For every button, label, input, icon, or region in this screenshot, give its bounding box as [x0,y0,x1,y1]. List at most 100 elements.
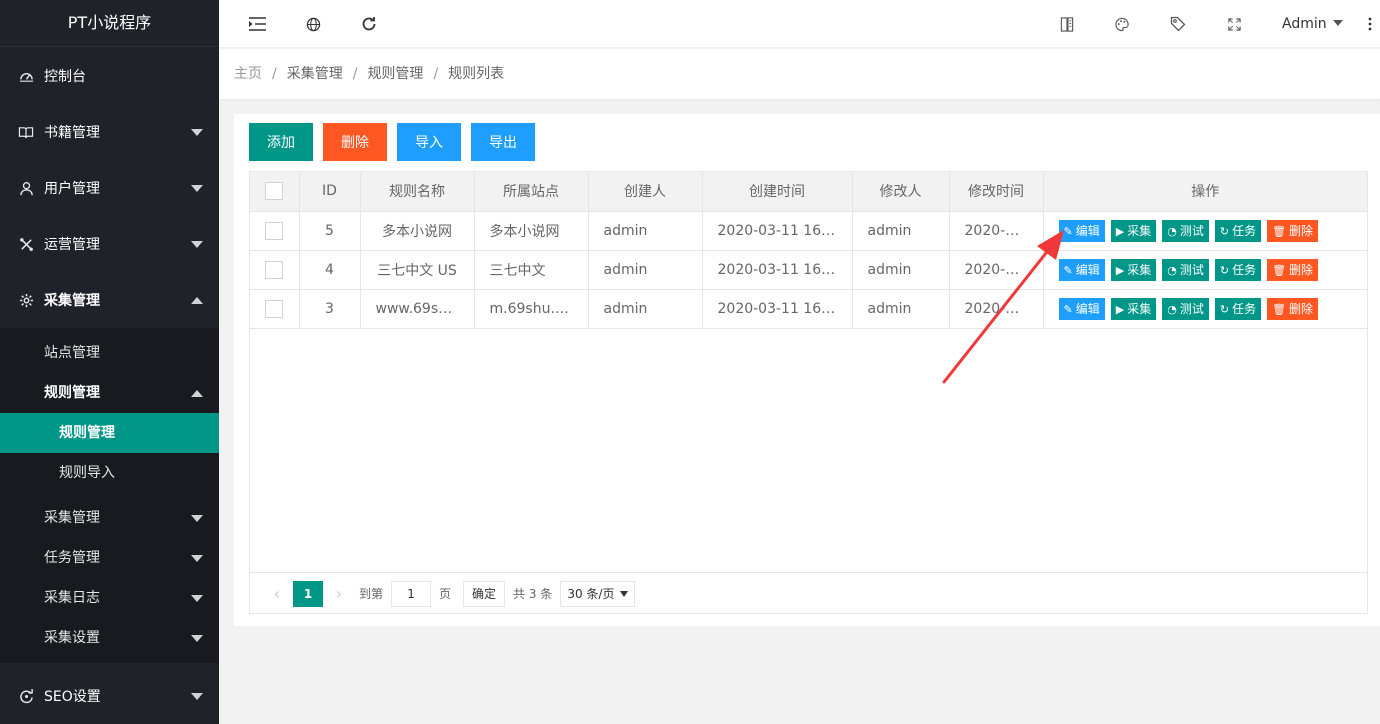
cycle-icon: ↻ [1219,224,1230,238]
column-header-site[interactable]: 所属站点 [474,172,589,212]
prev-page-icon[interactable]: ‹ [265,584,289,603]
row-select-cell[interactable] [250,211,300,251]
breadcrumb-level1[interactable]: 采集管理 [287,66,343,82]
cell-created: 2020-03-11 16:4… [702,211,853,251]
row-checkbox[interactable] [265,299,284,318]
next-page-icon[interactable]: › [327,584,351,603]
cell-creator: admin [588,289,703,329]
refresh-icon[interactable] [359,14,379,34]
sidebar-item-site-manage[interactable]: 站点管理 [0,333,219,373]
more-vertical-icon[interactable] [1360,14,1380,34]
cell-name: 多本小说网 [360,211,475,251]
caret-down-icon [1332,20,1343,26]
collect-submenu: 站点管理 规则管理 规则管理 规则导入 采集管理 任务管理 采集日志 采集设置 [0,328,219,663]
page-size-select[interactable]: 30 条/页 [560,580,636,607]
edit-button[interactable]: ✎ 编辑 [1058,297,1105,320]
sidebar-item-dashboard[interactable]: 控制台 [0,48,219,104]
row-checkbox[interactable] [265,221,284,240]
total-count: 共 3 条 [513,587,553,601]
dashboard-icon [18,68,34,84]
globe-icon[interactable] [303,14,323,34]
test-button[interactable]: ◔ 测试 [1162,258,1209,281]
sidebar-item-collect-settings[interactable]: 采集设置 [0,618,219,658]
column-header-created[interactable]: 创建时间 [702,172,853,212]
sidebar: PT小说程序 控制台 书籍管理 用户管理 运营管理 采集管理 站点管理 规则管理… [0,0,219,724]
collect-label: 采集 [1127,223,1152,238]
sidebar-item-seo[interactable]: SEO设置 [0,668,219,724]
menu-collapse-icon[interactable] [247,14,267,34]
column-header-id[interactable]: ID [299,172,361,212]
cell-id: 5 [299,211,361,251]
task-button[interactable]: ↻ 任务 [1214,219,1262,242]
tag-icon[interactable] [1168,14,1188,34]
sidebar-item-operations[interactable]: 运营管理 [0,216,219,272]
sidebar-item-books[interactable]: 书籍管理 [0,104,219,160]
test-button[interactable]: ◔ 测试 [1162,297,1209,320]
fullscreen-icon[interactable] [1224,14,1244,34]
import-button[interactable]: 导入 [397,123,461,161]
table-row: 3 www.69sh… m.69shu.org admin 2020-03-11… [250,289,1367,329]
row-delete-button[interactable]: 🗑 删除 [1267,219,1319,242]
sidebar-item-collect[interactable]: 采集管理 [0,272,219,328]
sidebar-item-rule-manage[interactable]: 规则管理 [0,373,219,413]
edit-button[interactable]: ✎ 编辑 [1058,219,1105,242]
row-checkbox[interactable] [265,260,284,279]
cell-ops: ✎ 编辑 ▶ 采集 ◔ 测试 ↻ 任务 🗑 删除 [1043,250,1367,290]
sidebar-item-collect-log[interactable]: 采集日志 [0,578,219,618]
add-button[interactable]: 添加 [249,123,313,161]
collect-button[interactable]: ▶ 采集 [1110,258,1157,281]
select-all-cell[interactable] [250,172,300,212]
select-all-checkbox[interactable] [265,182,284,201]
cell-modifier: admin [852,250,950,290]
page-confirm-button[interactable]: 确定 [463,580,506,607]
cell-modifier: admin [852,289,950,329]
trash-icon: 🗑 [1272,263,1287,277]
breadcrumb-home[interactable]: 主页 [234,66,262,82]
sidebar-item-rule-import[interactable]: 规则导入 [0,453,219,493]
column-header-creator[interactable]: 创建人 [588,172,703,212]
caret-down-icon [620,590,629,597]
row-delete-button[interactable]: 🗑 删除 [1267,258,1319,281]
user-menu[interactable]: Admin [1282,14,1343,34]
rules-table: ID 规则名称 所属站点 创建人 创建时间 修改人 修改时间 操作 5 多本小说… [249,171,1368,614]
sidebar-item-collect-manage[interactable]: 采集管理 [0,498,219,538]
cycle-icon: ↻ [1219,263,1230,277]
sidebar-item-rule-list[interactable]: 规则管理 [0,413,219,453]
export-button[interactable]: 导出 [471,123,535,161]
column-header-ops[interactable]: 操作 [1043,172,1367,212]
chevron-down-icon [191,515,203,522]
cell-modified: 2020-0… [949,250,1044,290]
sidebar-item-label: 用户管理 [44,181,100,197]
sidebar-item-users[interactable]: 用户管理 [0,160,219,216]
play-icon: ▶ [1115,263,1125,277]
notes-icon[interactable] [1057,14,1077,34]
row-delete-button[interactable]: 🗑 删除 [1267,297,1319,320]
palette-icon[interactable] [1112,14,1132,34]
cell-creator: admin [588,211,703,251]
row-select-cell[interactable] [250,250,300,290]
sidebar-item-label: 任务管理 [44,550,100,566]
collect-button[interactable]: ▶ 采集 [1110,297,1157,320]
collect-label: 采集 [1127,262,1152,277]
chevron-down-icon [191,595,203,602]
column-header-modified[interactable]: 修改时间 [949,172,1044,212]
task-button[interactable]: ↻ 任务 [1214,258,1262,281]
app-logo[interactable]: PT小说程序 [0,0,219,46]
sidebar-item-task-manage[interactable]: 任务管理 [0,538,219,578]
current-page[interactable]: 1 [293,580,323,607]
cell-id: 3 [299,289,361,329]
breadcrumb-level2[interactable]: 规则管理 [367,66,423,82]
task-label: 任务 [1232,223,1257,238]
edit-button[interactable]: ✎ 编辑 [1058,258,1105,281]
pencil-icon: ✎ [1063,263,1073,277]
column-header-modifier[interactable]: 修改人 [852,172,950,212]
collect-button[interactable]: ▶ 采集 [1110,219,1157,242]
task-button[interactable]: ↻ 任务 [1214,297,1262,320]
row-select-cell[interactable] [250,289,300,329]
pagination: ‹ 1 › 到第 1 页 确定 共 3 条 30 条/页 [250,572,1367,614]
column-header-name[interactable]: 规则名称 [360,172,475,212]
delete-button[interactable]: 删除 [323,123,387,161]
gauge-icon: ◔ [1167,302,1177,316]
page-jump-input[interactable]: 1 [391,580,432,607]
test-button[interactable]: ◔ 测试 [1162,219,1209,242]
